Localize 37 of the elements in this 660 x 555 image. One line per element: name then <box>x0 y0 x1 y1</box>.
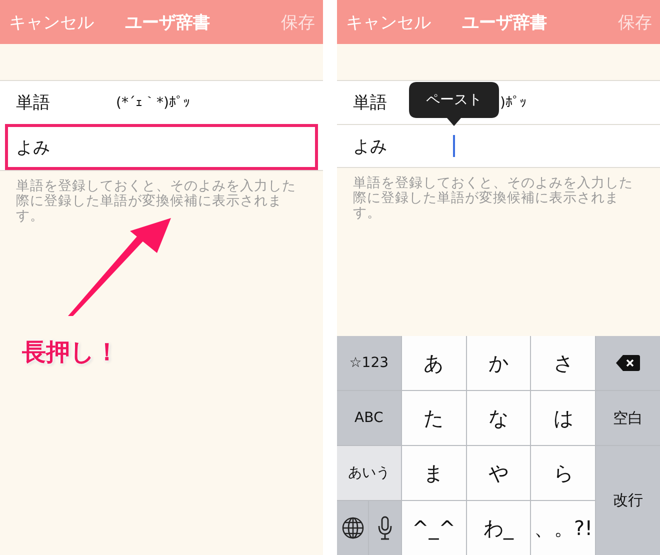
field-label: よみ <box>353 136 387 158</box>
kana-key[interactable]: や <box>466 446 530 500</box>
mode-key[interactable]: ☆123 <box>337 336 401 390</box>
backspace-icon <box>616 355 640 371</box>
mode-key[interactable]: ABC <box>337 391 401 445</box>
mode-key[interactable]: あいう <box>337 446 401 500</box>
space-key[interactable]: 空白 <box>596 391 660 445</box>
kana-key[interactable]: 、。?! <box>531 501 596 555</box>
kana-key[interactable]: た <box>402 391 466 445</box>
kana-key[interactable]: あ <box>402 336 466 390</box>
kana-key[interactable]: ^_^ <box>402 501 466 555</box>
microphone-icon <box>378 516 392 540</box>
kana-key[interactable]: ら <box>531 446 596 500</box>
paste-button[interactable]: ペースト <box>409 82 499 126</box>
kana-key[interactable]: か <box>466 336 530 390</box>
kana-key[interactable]: ま <box>402 446 466 500</box>
delete-key[interactable] <box>596 336 660 390</box>
field-label: 単語 <box>353 92 387 114</box>
form-row[interactable]: よみ <box>5 124 318 170</box>
kana-key[interactable]: さ <box>531 336 596 390</box>
help-text: 単語を登録しておくと、そのよみを入力した際に登録した単語が変換候補に表示されます。 <box>352 174 634 221</box>
microphone-key[interactable] <box>369 501 401 555</box>
kana-key[interactable]: は <box>531 391 596 445</box>
globe-icon <box>342 517 364 539</box>
field-label: よみ <box>16 136 50 158</box>
field-label: 単語 <box>16 92 50 114</box>
kana-key[interactable]: わ_ <box>466 501 530 555</box>
callout-text: 長押し！ <box>22 337 119 368</box>
globe-key[interactable] <box>337 501 368 555</box>
kana-key[interactable]: な <box>466 391 530 445</box>
screen-title: ユーザ辞書 <box>462 12 547 34</box>
help-text: 単語を登録しておくと、そのよみを入力した際に登録した単語が変換候補に表示されます。 <box>15 177 297 224</box>
screen-title: ユーザ辞書 <box>125 12 210 34</box>
return-key[interactable]: 改行 <box>596 446 660 555</box>
field-value: )ﾎﾟｯ <box>500 94 526 110</box>
text-cursor <box>453 135 455 157</box>
field-value: (*´ｪ｀*)ﾎﾟｯ <box>116 94 190 110</box>
